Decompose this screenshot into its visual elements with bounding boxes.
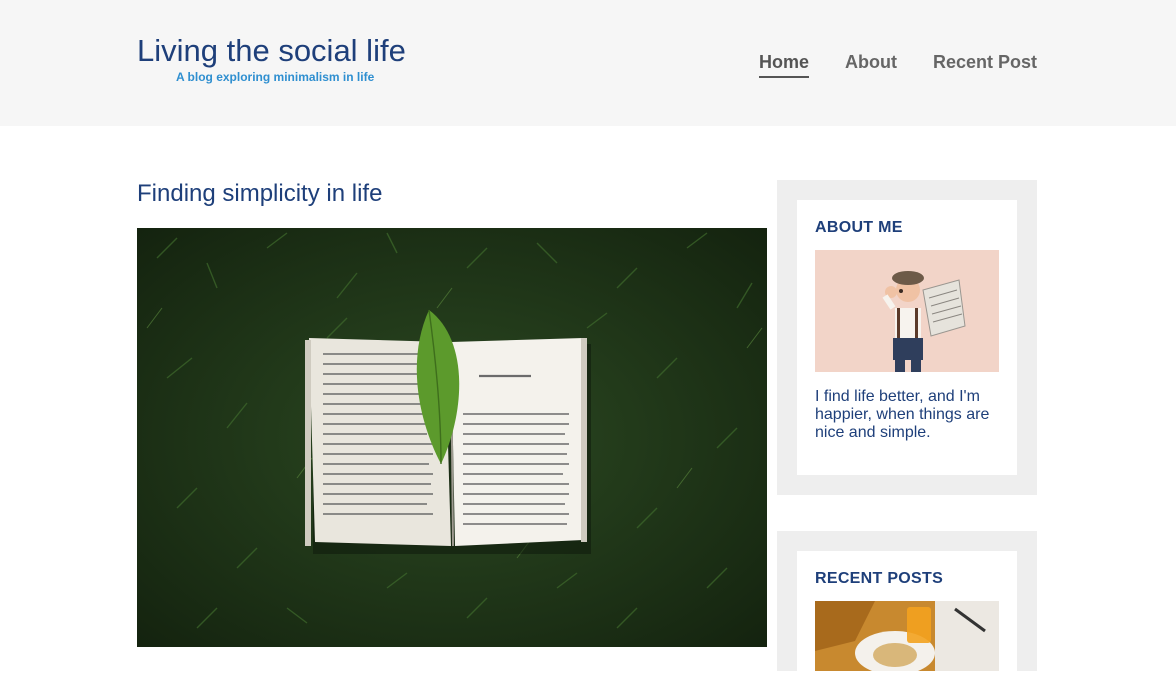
post-title[interactable]: Finding simplicity in life [137, 178, 382, 210]
about-widget: ABOUT ME I find life better, and I'm hap… [777, 180, 1037, 495]
site-tagline: A blog exploring minimalism in life [176, 70, 375, 84]
recent-posts-card: RECENT POSTS [797, 551, 1017, 691]
brand: Living the social life A blog exploring … [137, 33, 437, 85]
site-header: Living the social life A blog exploring … [0, 0, 1176, 126]
nav-about[interactable]: About [845, 50, 897, 78]
about-photo [815, 250, 999, 372]
post-hero-image [137, 228, 767, 647]
recent-post-thumbnail[interactable] [815, 601, 999, 671]
about-text: I find life better, and I'm happier, whe… [815, 388, 990, 441]
recent-posts-title: RECENT POSTS [815, 570, 944, 587]
about-widget-card: ABOUT ME I find life better, and I'm hap… [797, 200, 1017, 475]
nav-recent-post[interactable]: Recent Post [933, 50, 1037, 78]
about-widget-title: ABOUT ME [815, 219, 903, 236]
nav-home[interactable]: Home [758, 50, 809, 78]
site-title[interactable]: Living the social life [137, 33, 437, 69]
recent-posts-widget: RECENT POSTS [777, 531, 1037, 691]
main-nav: Home About Recent Post [758, 50, 1037, 78]
